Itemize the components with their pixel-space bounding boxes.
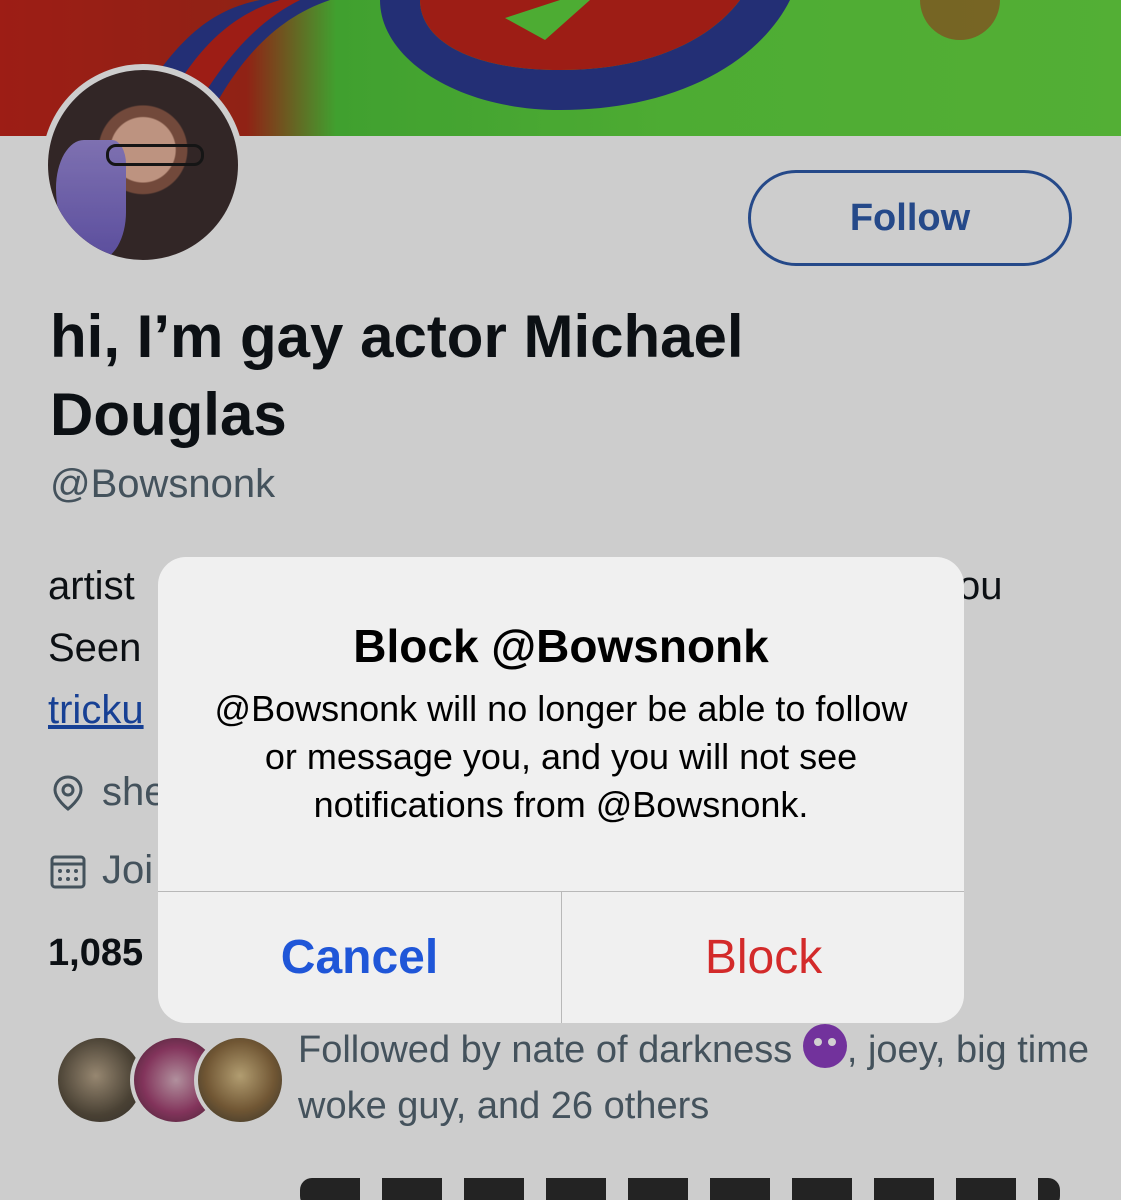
alert-title: Block @Bowsnonk xyxy=(353,620,769,672)
block-alert-dialog: Block @Bowsnonk @Bowsnonk will no longer… xyxy=(158,557,964,1023)
alert-message: @Bowsnonk will no longer be able to foll… xyxy=(214,688,908,825)
block-button[interactable]: Block xyxy=(562,892,964,1023)
cancel-button[interactable]: Cancel xyxy=(158,892,561,1023)
